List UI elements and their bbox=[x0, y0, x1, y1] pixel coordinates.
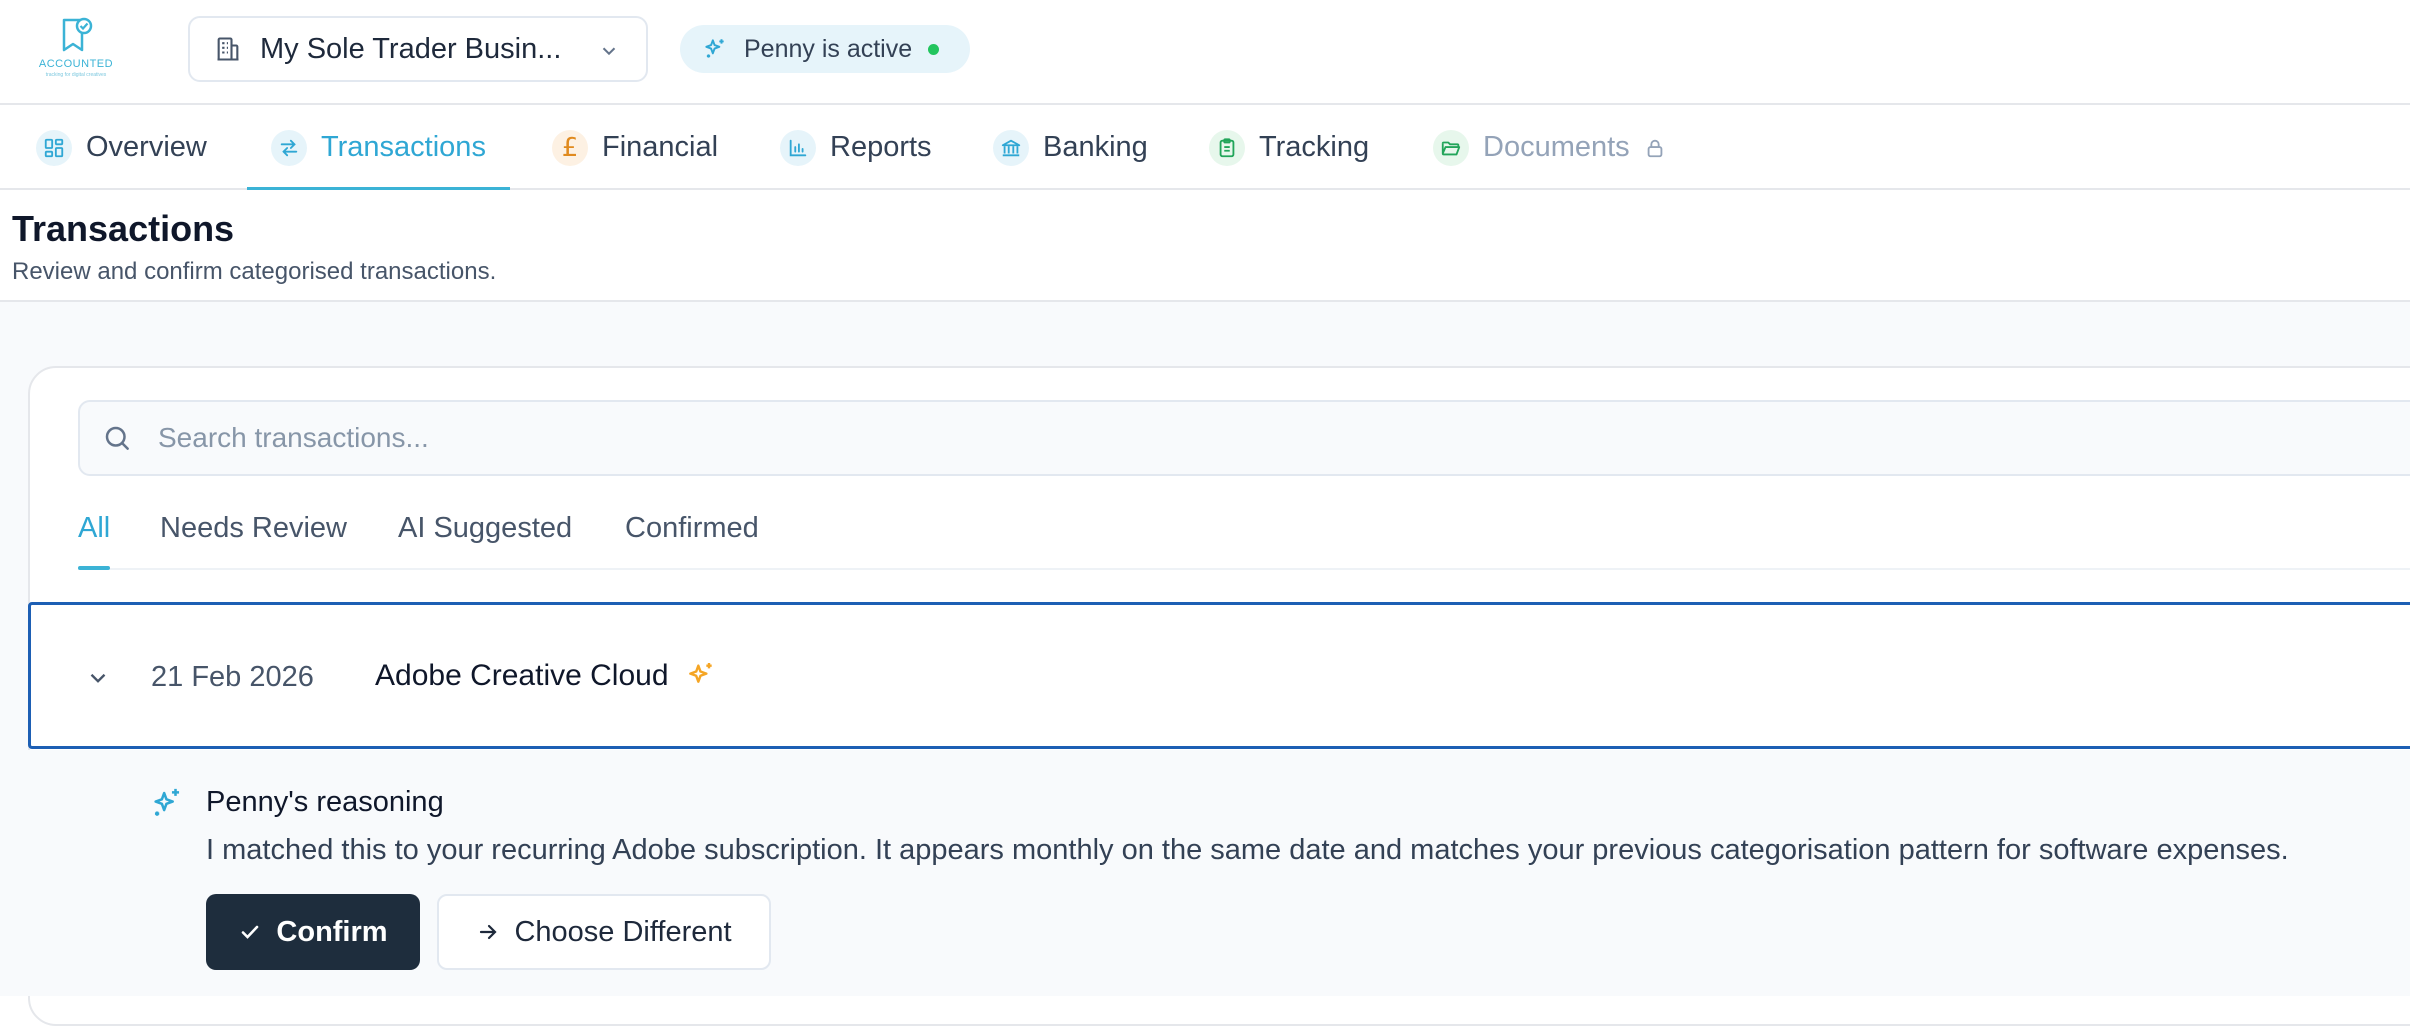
logo-text: ACCOUNTED bbox=[38, 58, 114, 70]
reasoning-text: I matched this to your recurring Adobe s… bbox=[206, 834, 2289, 866]
nav-tab-tracking[interactable]: Tracking bbox=[1209, 105, 1369, 190]
active-status-dot bbox=[928, 43, 940, 55]
chevron-down-icon bbox=[602, 47, 616, 56]
nav-label: Financial bbox=[602, 131, 719, 163]
nav-tab-financial[interactable]: £ Financial bbox=[552, 105, 718, 190]
nav-label: Overview bbox=[86, 131, 207, 163]
ai-suggested-sparkles-icon bbox=[689, 663, 712, 683]
top-bar: ACCOUNTED tracking for digital creatives… bbox=[0, 0, 2410, 105]
building-icon bbox=[217, 37, 239, 61]
nav-label: Tracking bbox=[1259, 131, 1370, 163]
logo-badge-icon bbox=[62, 17, 93, 52]
page-subtitle: Review and confirm categorised transacti… bbox=[12, 258, 497, 285]
nav-label: Banking bbox=[1043, 131, 1148, 163]
nav-label: Documents bbox=[1483, 131, 1630, 163]
assistant-status-text: Penny is active bbox=[744, 34, 913, 63]
sparkles-icon bbox=[154, 788, 180, 816]
clipboard-icon bbox=[1209, 129, 1245, 166]
check-icon bbox=[242, 925, 259, 939]
lock-icon bbox=[1647, 139, 1663, 157]
nav-tab-reports[interactable]: Reports bbox=[780, 105, 932, 190]
folder-icon bbox=[1433, 129, 1469, 166]
business-selector[interactable]: My Sole Trader Busin... bbox=[188, 16, 648, 82]
chevron-down-icon[interactable] bbox=[85, 665, 111, 691]
business-name: My Sole Trader Busin... bbox=[260, 32, 562, 65]
choose-different-label: Choose Different bbox=[514, 915, 732, 948]
bar-chart-icon bbox=[780, 129, 816, 166]
transaction-row[interactable]: 21 Feb 2026 Adobe Creative Cloud bbox=[28, 602, 2410, 749]
nav-tab-banking[interactable]: Banking bbox=[993, 105, 1148, 190]
search-input[interactable] bbox=[158, 422, 1958, 454]
nav-tab-documents[interactable]: Documents bbox=[1433, 105, 1666, 190]
filter-tab-needs-review[interactable]: Needs Review bbox=[160, 512, 347, 570]
sparkles-icon bbox=[705, 39, 724, 58]
confirm-label: Confirm bbox=[276, 915, 388, 948]
nav-label: Reports bbox=[830, 131, 932, 163]
nav-label: Transactions bbox=[321, 131, 486, 163]
filter-tab-confirmed[interactable]: Confirmed bbox=[625, 512, 759, 570]
assistant-status-badge[interactable]: Penny is active bbox=[680, 25, 970, 73]
nav-tab-overview[interactable]: Overview bbox=[36, 105, 207, 190]
bank-icon bbox=[993, 129, 1029, 166]
transaction-date: 21 Feb 2026 bbox=[151, 661, 314, 693]
reasoning-title: Penny's reasoning bbox=[206, 786, 444, 818]
filter-tab-all[interactable]: All bbox=[78, 512, 111, 570]
search-icon bbox=[105, 426, 129, 450]
filter-tabs: All Needs Review AI Suggested Confirmed bbox=[78, 500, 2410, 570]
transaction-name: Adobe Creative Cloud bbox=[375, 659, 669, 692]
nav-tab-transactions[interactable]: Transactions bbox=[247, 105, 510, 191]
confirm-button[interactable]: Confirm bbox=[206, 894, 420, 970]
choose-different-button[interactable]: Choose Different bbox=[437, 894, 771, 970]
arrow-right-icon bbox=[480, 924, 498, 940]
search-box[interactable] bbox=[78, 400, 2410, 476]
filter-tab-ai-suggested[interactable]: AI Suggested bbox=[398, 512, 572, 570]
grid-icon bbox=[36, 129, 72, 166]
app-logo[interactable]: ACCOUNTED tracking for digital creatives bbox=[34, 16, 118, 80]
page-title: Transactions bbox=[12, 208, 235, 249]
logo-tagline: tracking for digital creatives bbox=[45, 72, 107, 78]
swap-arrows-icon bbox=[271, 129, 307, 166]
pound-icon: £ bbox=[552, 129, 588, 166]
main-nav: Overview Transactions £ Financial Report… bbox=[0, 105, 2410, 191]
page-header: Transactions Review and confirm categori… bbox=[0, 190, 2410, 302]
